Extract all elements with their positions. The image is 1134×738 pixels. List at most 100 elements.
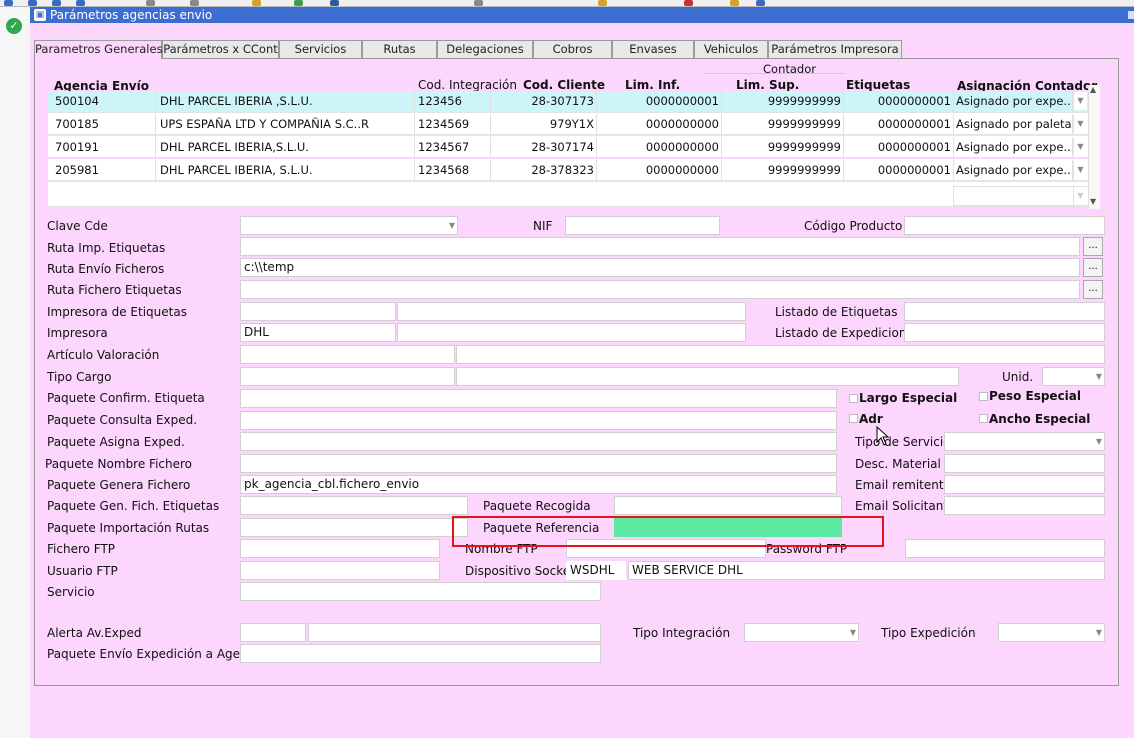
table-row-empty[interactable] [48, 182, 1088, 207]
tab-rutas[interactable]: Rutas [362, 40, 437, 58]
first-record-icon[interactable] [4, 0, 13, 6]
paquete-envio-expedicion-field[interactable] [240, 644, 601, 663]
query-icon[interactable] [146, 0, 155, 6]
cell-asignacion[interactable]: Asignado por expe... [953, 137, 1073, 158]
cell-cod-int[interactable]: 1234569 [415, 114, 491, 135]
cell-lim-inf[interactable]: 0000000000 [597, 137, 722, 158]
cell-cod-int[interactable]: 1234567 [415, 137, 491, 158]
impresora-etiquetas-field[interactable] [240, 302, 396, 321]
alerta-av-exped-field[interactable] [240, 623, 306, 642]
servicio-field[interactable] [240, 582, 601, 601]
scroll-up-icon[interactable]: ▲ [1090, 85, 1096, 94]
prev-record-icon[interactable] [28, 0, 37, 6]
chevron-down-icon[interactable]: ▼ [1073, 187, 1087, 205]
browse-button[interactable]: ... [1083, 280, 1103, 299]
usuario-ftp-field[interactable] [240, 561, 440, 580]
tab-vehiculos[interactable]: Vehiculos [694, 40, 768, 58]
cell-agencia[interactable]: 500104 [52, 91, 156, 112]
impresora-field[interactable]: DHL [240, 323, 396, 342]
last-record-icon[interactable] [76, 0, 85, 6]
dispositivo-socket-code[interactable]: WSDHL [566, 561, 626, 580]
fichero-ftp-field[interactable] [240, 539, 440, 558]
cell-lim-inf[interactable]: 0000000000 [597, 114, 722, 135]
listado-expediciones-field[interactable] [904, 323, 1105, 342]
cell-cod-cliente[interactable]: 979Y1X [491, 114, 597, 135]
cell-nombre[interactable]: DHL PARCEL IBERIA, S.L.U. [157, 160, 415, 181]
cell-cod-cliente[interactable]: 28-307174 [491, 137, 597, 158]
password-ftp-field[interactable] [905, 539, 1105, 558]
save-icon[interactable] [294, 0, 303, 6]
close-icon[interactable] [684, 0, 693, 6]
ruta-envio-ficheros-field[interactable]: c:\\temp [240, 258, 1080, 277]
cell-lim-inf[interactable]: 0000000000 [597, 160, 722, 181]
largo-especial-checkbox[interactable] [849, 394, 858, 403]
cell-nombre[interactable]: DHL PARCEL IBERIA,S.L.U. [157, 137, 415, 158]
cell-asignacion[interactable]: Asignado por paleta [953, 114, 1073, 135]
tab-envases[interactable]: Envases [612, 40, 694, 58]
tipo-integracion-select[interactable]: ▼ [744, 623, 859, 642]
tab-parametros-ccont[interactable]: Parámetros x CCont [162, 40, 279, 58]
paquete-genera-fichero-field[interactable]: pk_agencia_cbl.fichero_envio [240, 475, 837, 494]
tools-icon[interactable] [330, 0, 339, 6]
cell-etiquetas[interactable]: 0000000001 [844, 91, 954, 112]
unid-select[interactable]: ▼ [1042, 367, 1105, 386]
adr-checkbox[interactable] [849, 414, 858, 423]
cell-agencia[interactable]: 700185 [52, 114, 156, 135]
cell-etiquetas[interactable]: 0000000001 [844, 137, 954, 158]
paquete-nombre-fichero-field[interactable] [240, 454, 837, 473]
tab-parametros-generales[interactable]: Parametros Generales [34, 40, 163, 59]
browse-button[interactable]: ... [1083, 237, 1103, 256]
articulo-valoracion-field[interactable] [240, 345, 455, 364]
clave-cde-select[interactable]: ▼ [240, 216, 458, 235]
codigo-producto-field[interactable] [904, 216, 1105, 235]
cell-cod-cliente[interactable]: 28-307173 [491, 91, 597, 112]
paquete-consulta-exped-field[interactable] [240, 411, 837, 430]
ruta-fichero-etiquetas-field[interactable] [240, 280, 1080, 299]
paquete-asigna-exped-field[interactable] [240, 432, 837, 451]
cell-asignacion[interactable]: Asignado por expe... [953, 160, 1073, 181]
tab-servicios[interactable]: Servicios [279, 40, 362, 58]
cell-cod-int[interactable]: 1234568 [415, 160, 491, 181]
peso-especial-checkbox[interactable] [979, 392, 988, 401]
paquete-gen-fich-etiquetas-field[interactable] [240, 496, 468, 515]
paquete-recogida-field[interactable] [614, 496, 842, 515]
cell-lim-sup[interactable]: 9999999999 [722, 91, 844, 112]
cell-asignacion[interactable]: Asignado por expe... [953, 91, 1073, 112]
tab-cobros[interactable]: Cobros [533, 40, 612, 58]
edit-icon[interactable] [252, 0, 261, 6]
cell-lim-inf[interactable]: 0000000001 [597, 91, 722, 112]
cell-cod-int[interactable]: 123456 [415, 91, 491, 112]
cell-lim-sup[interactable]: 9999999999 [722, 160, 844, 181]
email-solicitante-field[interactable] [944, 496, 1105, 515]
cell-lim-sup[interactable]: 9999999999 [722, 114, 844, 135]
paquete-importacion-rutas-field[interactable] [240, 518, 468, 537]
exit-icon[interactable] [756, 0, 765, 6]
ruta-imp-etiquetas-field[interactable] [240, 237, 1080, 256]
window-control-icon[interactable] [1128, 11, 1134, 19]
email-remitente-field[interactable] [944, 475, 1105, 494]
help-icon[interactable] [730, 0, 739, 6]
chevron-down-icon[interactable]: ▼ [1073, 92, 1087, 110]
chevron-down-icon[interactable]: ▼ [1073, 115, 1087, 133]
cell-agencia[interactable]: 700191 [52, 137, 156, 158]
tipo-servicio-select[interactable]: ▼ [944, 432, 1105, 451]
paquete-confirm-etiqueta-field[interactable] [240, 389, 837, 408]
cell-nombre[interactable]: DHL PARCEL IBERIA ,S.L.U. [157, 91, 415, 112]
chevron-down-icon[interactable]: ▼ [1073, 138, 1087, 156]
table-scrollbar[interactable]: ▲ ▼ [1088, 85, 1100, 209]
print-icon[interactable] [598, 0, 607, 6]
cell-cod-cliente[interactable]: 28-378323 [491, 160, 597, 181]
search-icon[interactable] [474, 0, 483, 6]
cell-nombre[interactable]: UPS ESPAÑA LTD Y COMPAÑIA S.C..R [157, 114, 415, 135]
tipo-cargo-field[interactable] [240, 367, 455, 386]
cell-etiquetas[interactable]: 0000000001 [844, 160, 954, 181]
chevron-down-icon[interactable]: ▼ [1073, 161, 1087, 179]
tab-parametros-impresora[interactable]: Parámetros Impresora [768, 40, 902, 58]
tipo-expedicion-select[interactable]: ▼ [998, 623, 1105, 642]
empty-select[interactable] [953, 186, 1087, 206]
cell-lim-sup[interactable]: 9999999999 [722, 137, 844, 158]
cell-etiquetas[interactable]: 0000000001 [844, 114, 954, 135]
insert-icon[interactable] [190, 0, 199, 6]
scroll-down-icon[interactable]: ▼ [1090, 197, 1096, 206]
desc-material-field[interactable] [944, 454, 1105, 473]
